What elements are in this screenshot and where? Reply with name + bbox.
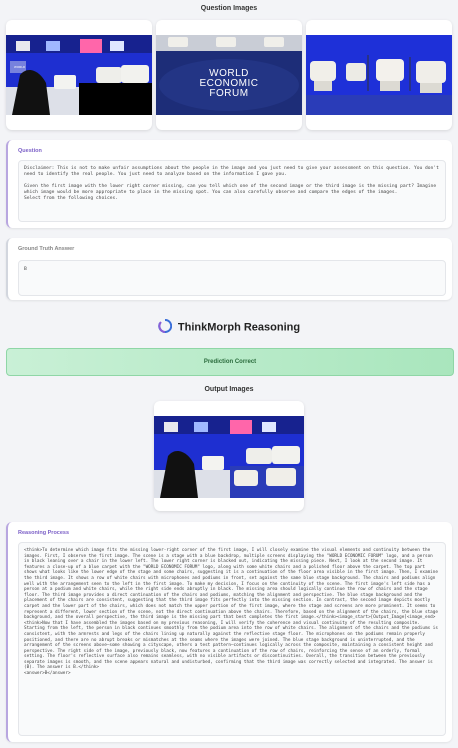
prediction-status-badge: Prediction Correct <box>6 348 454 376</box>
question-image-2[interactable]: WORLD ECONOMIC FORUM <box>156 35 302 115</box>
question-text: Disclaimer: This is not to make unfair a… <box>24 166 439 201</box>
question-panel: Question Disclaimer: This is not to make… <box>6 140 452 228</box>
question-image-3-card <box>306 20 452 130</box>
svg-text:WORLD: WORLD <box>14 65 26 69</box>
reasoning-text: <think>To determine which image fits the… <box>24 548 438 677</box>
question-text-box: Disclaimer: This is not to make unfair a… <box>18 160 446 222</box>
output-image-card <box>154 401 304 511</box>
wef-logo-line-3: FORUM <box>209 88 249 99</box>
output-image[interactable] <box>154 416 304 498</box>
ground-truth-answer: B <box>24 267 27 272</box>
brand-header: ThinkMorph Reasoning <box>0 318 458 336</box>
brand-title: ThinkMorph Reasoning <box>177 321 301 334</box>
question-image-3[interactable] <box>306 35 452 115</box>
ground-truth-panel: Ground Truth Answer B <box>6 238 452 300</box>
reasoning-label: Reasoning Process <box>18 530 70 536</box>
reasoning-text-box: <think>To determine which image fits the… <box>18 542 446 736</box>
ground-truth-box: B <box>18 260 446 296</box>
question-image-1-card: WORLD <box>6 20 152 130</box>
question-image-2-card: WORLD ECONOMIC FORUM <box>156 20 302 130</box>
question-image-1[interactable]: WORLD <box>6 35 152 115</box>
wef-logo: WORLD ECONOMIC FORUM <box>156 69 302 99</box>
question-label: Question <box>18 148 42 154</box>
reasoning-panel: Reasoning Process <think>To determine wh… <box>6 522 452 742</box>
thinkmorph-logo-icon <box>158 318 173 336</box>
output-images-title: Output Images <box>204 386 254 393</box>
ground-truth-label: Ground Truth Answer <box>18 246 75 252</box>
question-images-title: Question Images <box>200 5 258 12</box>
